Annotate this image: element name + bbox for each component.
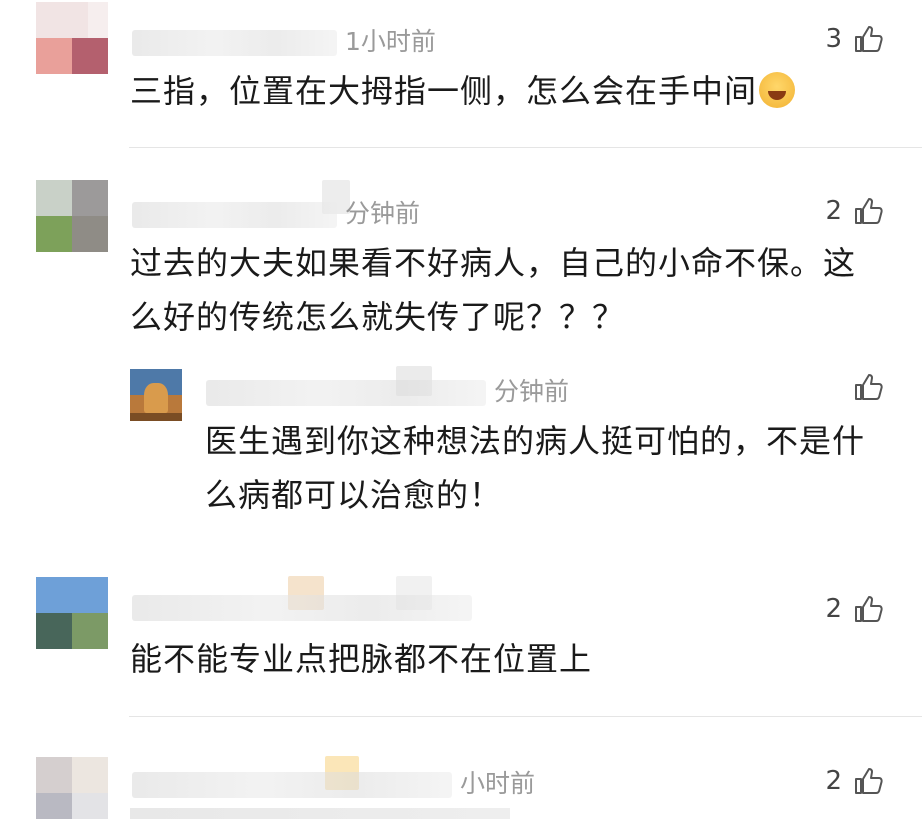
username-blurred[interactable] bbox=[132, 595, 472, 621]
comment-meta: 小时前 bbox=[132, 764, 535, 800]
comment-meta bbox=[132, 592, 480, 621]
like-button[interactable]: 2 bbox=[825, 592, 884, 626]
comment-time: 小时前 bbox=[460, 769, 536, 798]
comment-meta: 1小时前 bbox=[132, 22, 436, 58]
divider bbox=[129, 147, 922, 148]
comment-meta: 分钟前 bbox=[132, 194, 420, 230]
comment-text: 能不能专业点把脉都不在位置上 bbox=[130, 632, 592, 686]
thumbs-up-icon bbox=[855, 198, 883, 224]
username-blurred[interactable] bbox=[132, 202, 337, 228]
reply-meta: 分钟前 bbox=[206, 372, 569, 408]
comment-text: 三指，位置在大拇指一侧，怎么会在手中间 bbox=[130, 64, 796, 118]
reply-time: 分钟前 bbox=[494, 377, 570, 406]
username-blurred[interactable] bbox=[206, 380, 486, 406]
reply-text-line: 医生遇到你这种想法的病人挺可怕的，不是什 bbox=[205, 422, 866, 460]
username-blurred[interactable] bbox=[132, 30, 337, 56]
thumbs-up-icon bbox=[855, 596, 883, 622]
thumbs-up-icon bbox=[855, 768, 883, 794]
comment-text-content: 能不能专业点把脉都不在位置上 bbox=[130, 640, 593, 678]
thumbs-up-icon bbox=[855, 26, 883, 52]
like-button[interactable]: 3 bbox=[825, 22, 884, 56]
like-count: 2 bbox=[825, 766, 842, 796]
avatar[interactable] bbox=[36, 757, 108, 819]
like-count: 2 bbox=[825, 594, 842, 624]
comment-text: 过去的大夫如果看不好病人，自己的小命不保。这 么好的传统怎么就失传了呢？？？ bbox=[130, 236, 856, 344]
comment-text-cutoff bbox=[130, 808, 630, 819]
reply-text-line: 么病都可以治愈的！ bbox=[205, 476, 503, 514]
comment-time: 1小时前 bbox=[345, 27, 436, 56]
like-button[interactable]: 2 bbox=[825, 194, 884, 228]
reply-text: 医生遇到你这种想法的病人挺可怕的，不是什 么病都可以治愈的！ bbox=[205, 414, 865, 522]
thumbs-up-icon bbox=[855, 374, 883, 400]
reply-avatar[interactable] bbox=[130, 369, 182, 421]
like-count: 2 bbox=[825, 196, 842, 226]
comment-time: 分钟前 bbox=[345, 199, 421, 228]
username-blurred[interactable] bbox=[132, 772, 452, 798]
comment-text-content: 三指，位置在大拇指一侧，怎么会在手中间 bbox=[130, 72, 758, 110]
comment-text-line: 么好的传统怎么就失传了呢？？？ bbox=[130, 298, 626, 336]
laugh-cry-emoji bbox=[759, 72, 796, 108]
avatar[interactable] bbox=[36, 2, 108, 74]
comment-text-line: 过去的大夫如果看不好病人，自己的小命不保。这 bbox=[130, 244, 857, 282]
like-count: 3 bbox=[825, 24, 842, 54]
divider bbox=[129, 716, 922, 717]
avatar[interactable] bbox=[36, 577, 108, 649]
like-button[interactable] bbox=[842, 370, 884, 404]
like-button[interactable]: 2 bbox=[825, 764, 884, 798]
avatar[interactable] bbox=[36, 180, 108, 252]
